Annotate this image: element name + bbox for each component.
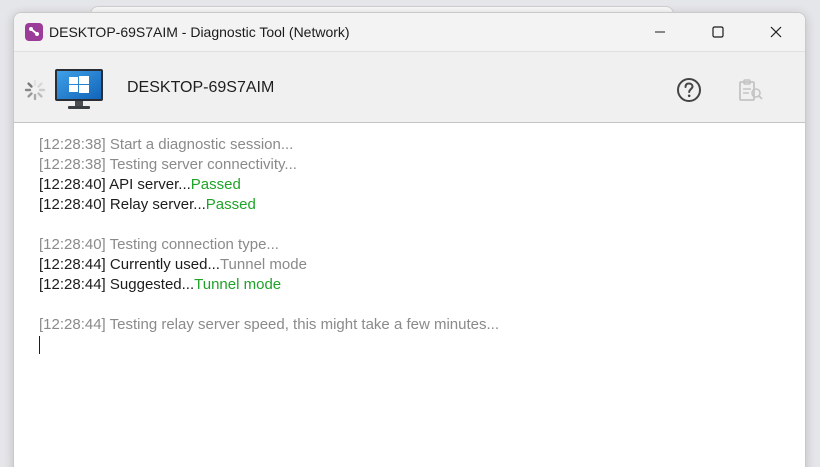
- maximize-icon: [712, 26, 724, 38]
- log-line: [12:28:40] API server...Passed: [39, 176, 241, 193]
- log-line: [12:28:40] Testing connection type...: [39, 236, 279, 253]
- help-button[interactable]: [676, 77, 702, 108]
- help-icon: [677, 78, 701, 102]
- log-line: [12:28:38] Start a diagnostic session...: [39, 136, 294, 153]
- diagnostic-tool-window: DESKTOP-69S7AIM - Diagnostic Tool (Netwo…: [13, 12, 806, 467]
- log-line: [12:28:40] Relay server...Passed: [39, 196, 256, 213]
- status-suggested-mode: Tunnel mode: [194, 276, 282, 293]
- hostname-label: DESKTOP-69S7AIM: [127, 79, 275, 96]
- close-button[interactable]: [747, 13, 805, 51]
- window-controls: [631, 13, 805, 51]
- window-title: DESKTOP-69S7AIM - Diagnostic Tool (Netwo…: [49, 24, 350, 40]
- minimize-button[interactable]: [631, 13, 689, 51]
- report-clipboard-icon: [739, 79, 763, 101]
- log-spacer: [39, 295, 805, 315]
- log-line: [12:28:44] Suggested...Tunnel mode: [39, 276, 282, 293]
- windows-monitor-icon: [54, 68, 104, 117]
- minimize-icon: [655, 31, 665, 33]
- toolbar: DESKTOP-69S7AIM: [14, 51, 805, 123]
- status-current-mode: Tunnel mode: [219, 256, 307, 273]
- log-line: [12:28:44] Currently used...Tunnel mode: [39, 256, 307, 273]
- status-passed: Passed: [190, 176, 241, 193]
- diagnostic-log[interactable]: [12:28:38] Start a diagnostic session...…: [14, 123, 805, 354]
- maximize-button[interactable]: [689, 13, 747, 51]
- app-icon: [25, 23, 43, 41]
- log-line: [12:28:44] Testing relay server speed, t…: [39, 316, 499, 333]
- title-bar[interactable]: DESKTOP-69S7AIM - Diagnostic Tool (Netwo…: [14, 13, 805, 51]
- status-passed: Passed: [205, 196, 256, 213]
- log-line: [12:28:38] Testing server connectivity..…: [39, 156, 297, 173]
- close-icon: [770, 26, 782, 38]
- log-spacer: [39, 215, 805, 235]
- loading-spinner-icon: [23, 78, 47, 107]
- report-button[interactable]: [736, 77, 764, 110]
- text-caret: [39, 336, 40, 354]
